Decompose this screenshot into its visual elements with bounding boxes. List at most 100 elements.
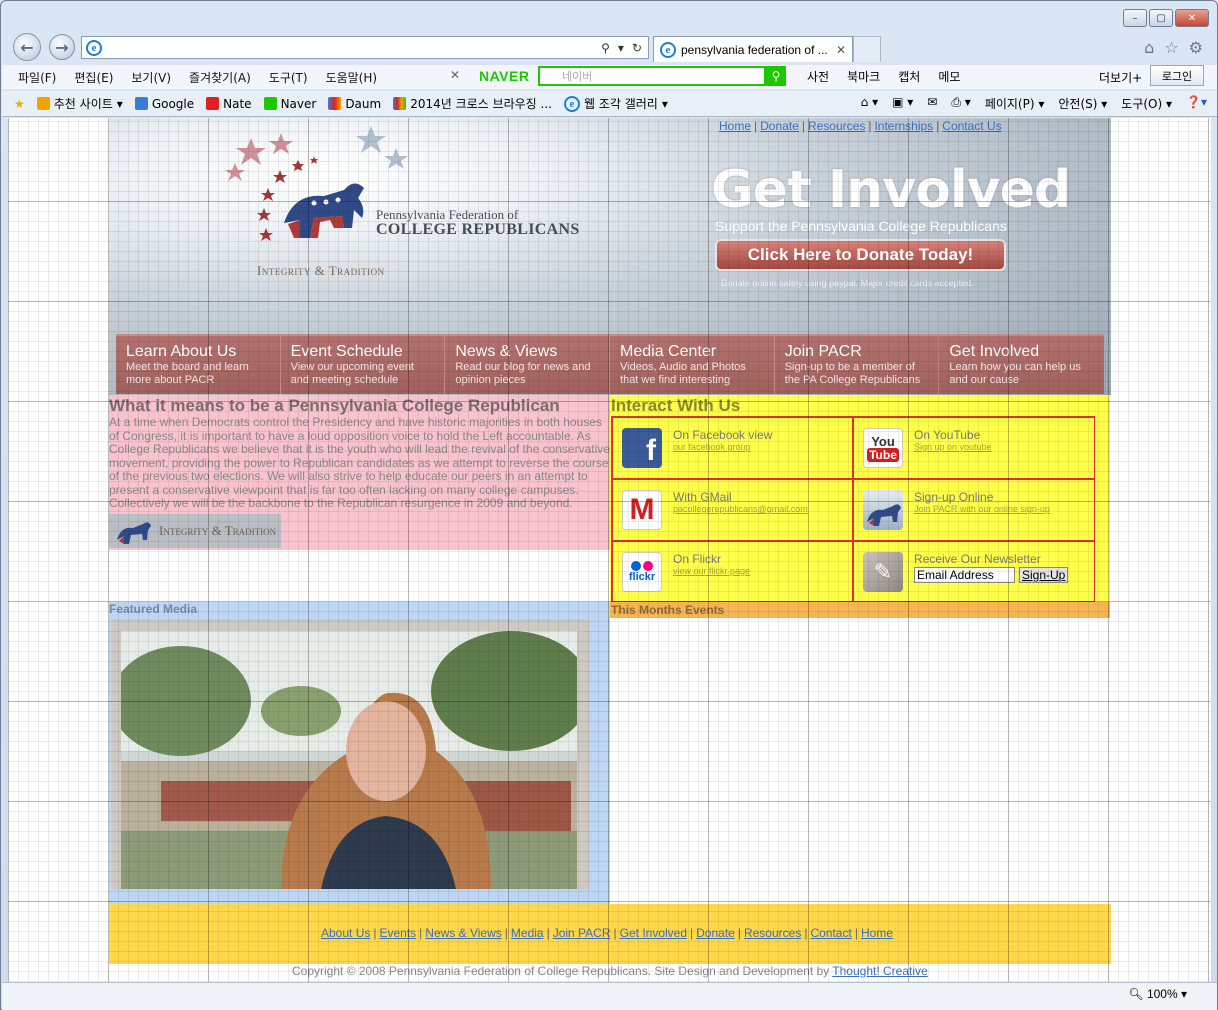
maximize-button[interactable]: ▢	[1149, 9, 1173, 27]
interact-youtube[interactable]: You Tube On YouTube Sign up on youtube	[853, 417, 1095, 479]
footer-link-media[interactable]: Media	[511, 926, 544, 940]
top-link-home[interactable]: Home	[719, 119, 751, 133]
zoom-icon: 🔍︎	[1128, 987, 1144, 1001]
interact-link[interactable]: Join PACR with our online sign-up	[914, 504, 1094, 514]
menu-edit[interactable]: 편집(E)	[65, 69, 122, 86]
help-icon[interactable]: ❓▾	[1186, 95, 1207, 112]
top-link-donate[interactable]: Donate	[760, 119, 799, 133]
more-button[interactable]: 더보기+	[1099, 69, 1142, 86]
tools-menu[interactable]: 도구(O) ▾	[1121, 95, 1172, 112]
search-icon[interactable]: ⚲	[601, 41, 610, 55]
fav-daum[interactable]: Daum	[328, 97, 381, 111]
fav-crossbrowsing[interactable]: 2014년 크로스 브라우징 ...	[393, 95, 552, 112]
fav-label: Nate	[223, 96, 252, 111]
zoom-control[interactable]: 🔍︎ 100% ▾	[1128, 987, 1187, 1001]
newsletter-email-input[interactable]	[914, 567, 1015, 583]
get-involved-heading: Get Involved	[711, 160, 1071, 220]
interact-facebook[interactable]: f On Facebook view our facebook group	[612, 417, 853, 479]
menu-tools[interactable]: 도구(T)	[260, 69, 317, 86]
rss-icon[interactable]: ▣ ▾	[892, 95, 913, 112]
interact-flickr[interactable]: flickr On Flickr view our flickr page	[612, 541, 853, 602]
top-link-contact[interactable]: Contact Us	[942, 119, 1001, 133]
interact-signup[interactable]: Sign-up Online Join PACR with our online…	[853, 479, 1095, 541]
footer-link-get-involved[interactable]: Get Involved	[620, 926, 687, 940]
forward-button[interactable]: →	[49, 34, 75, 60]
top-link-internships[interactable]: Internships	[874, 119, 933, 133]
footer-link-news[interactable]: News & Views	[425, 926, 501, 940]
fav-nate[interactable]: Nate	[206, 96, 252, 111]
separator: |	[546, 926, 550, 940]
bing-icon	[36, 97, 50, 110]
video-still-image	[121, 631, 577, 889]
interact-heading: With GMail	[673, 490, 732, 504]
settings-gear-icon[interactable]: ⚙	[1189, 38, 1203, 57]
ie-page-icon: e	[86, 39, 102, 56]
dropdown-icon[interactable]: ▾	[618, 41, 624, 55]
favorites-add-icon[interactable]: ★	[14, 97, 25, 111]
dictionary-button[interactable]: 사전	[807, 68, 829, 85]
designer-link[interactable]: Thought! Creative	[832, 964, 927, 978]
fav-naver[interactable]: Naver	[263, 97, 316, 111]
menu-file[interactable]: 파일(F)	[2, 69, 65, 86]
what-it-means-title: What it means to be a Pennsylvania Colle…	[109, 396, 560, 415]
footer-link-home[interactable]: Home	[861, 926, 893, 940]
close-toolbar-icon[interactable]: ✕	[450, 68, 460, 82]
footer-link-resources[interactable]: Resources	[744, 926, 801, 940]
nav-desc: Sign-up to be a member of the PA College…	[784, 361, 921, 386]
home-icon[interactable]: ⌂	[1144, 38, 1154, 57]
mail-icon[interactable]: ✉	[927, 95, 937, 112]
nav-news-views[interactable]: News & Views Read our blog for news and o…	[445, 336, 611, 394]
interact-link[interactable]: view our flickr page	[673, 566, 852, 576]
donate-button[interactable]: Click Here to Donate Today!	[715, 239, 1006, 271]
nav-event-schedule[interactable]: Event Schedule View our upcoming event an…	[281, 336, 446, 394]
menu-favorites[interactable]: 즐겨찾기(A)	[180, 69, 260, 86]
menu-help[interactable]: 도움말(H)	[317, 69, 387, 86]
home-icon[interactable]: ⌂ ▾	[861, 95, 878, 112]
print-icon[interactable]: ⎙ ▾	[951, 95, 970, 112]
fav-webslice[interactable]: e웹 조각 갤러리 ▾	[563, 95, 668, 112]
ie-tab-icon: e	[660, 41, 676, 58]
daum-icon	[328, 97, 342, 110]
footer-link-join[interactable]: Join PACR	[553, 926, 611, 940]
menu-view[interactable]: 보기(V)	[122, 69, 180, 86]
nav-media-center[interactable]: Media Center Videos, Audio and Photos tha…	[610, 336, 775, 394]
featured-video[interactable]	[121, 631, 577, 889]
address-bar[interactable]: e ⚲ ▾ ↻	[81, 36, 649, 59]
memo-button[interactable]: 메모	[938, 68, 960, 85]
motto: Integrity & Tradition	[257, 263, 385, 278]
footer-link-donate[interactable]: Donate	[696, 926, 735, 940]
close-tab-icon[interactable]: ✕	[836, 43, 852, 57]
refresh-icon[interactable]: ↻	[632, 41, 642, 55]
capture-button[interactable]: 캡처	[898, 68, 920, 85]
top-link-resources[interactable]: Resources	[808, 119, 865, 133]
bookmark-button[interactable]: 북마크	[847, 68, 880, 85]
main-nav: Learn About Us Meet the board and learn m…	[116, 334, 1104, 394]
naver-search-input[interactable]: 네이버	[538, 66, 766, 86]
interact-link[interactable]: our facebook group	[673, 442, 852, 452]
nav-desc: Learn how you can help us and our cause	[949, 361, 1081, 386]
nav-get-involved[interactable]: Get Involved Learn how you can help us an…	[939, 336, 1104, 394]
new-tab-button[interactable]	[853, 36, 881, 62]
favorites-star-icon[interactable]: ☆	[1164, 38, 1178, 57]
minimize-button[interactable]: –	[1123, 9, 1147, 27]
safety-menu[interactable]: 안전(S) ▾	[1058, 95, 1107, 112]
fav-google[interactable]: Google	[134, 96, 195, 111]
interact-link[interactable]: pacollegerepublicans@gmail.com	[673, 504, 852, 514]
footer-link-about[interactable]: About Us	[321, 926, 370, 940]
footer-link-contact[interactable]: Contact	[810, 926, 851, 940]
back-button[interactable]: ←	[13, 33, 41, 61]
newsletter-signup-button[interactable]: Sign-Up	[1019, 567, 1069, 583]
browser-tab[interactable]: e pensylvania federation of ... ✕	[653, 36, 853, 62]
interact-link[interactable]: Sign up on youtube	[914, 442, 1094, 452]
naver-search-button[interactable]: ⚲	[766, 66, 786, 86]
windows-icon	[393, 97, 407, 110]
nav-learn-about-us[interactable]: Learn About Us Meet the board and learn m…	[116, 336, 281, 394]
footer-link-events[interactable]: Events	[379, 926, 416, 940]
page-menu[interactable]: 페이지(P) ▾	[985, 95, 1045, 112]
interact-gmail[interactable]: M With GMail pacollegerepublicans@gmail.…	[612, 479, 853, 541]
nav-join-pacr[interactable]: Join PACR Sign-up to be a member of the P…	[775, 336, 940, 394]
fav-recommended[interactable]: 추천 사이트 ▾	[36, 95, 123, 112]
login-button[interactable]: 로그인	[1150, 65, 1204, 86]
fav-label: Google	[151, 96, 195, 111]
close-button[interactable]: ✕	[1175, 9, 1209, 27]
